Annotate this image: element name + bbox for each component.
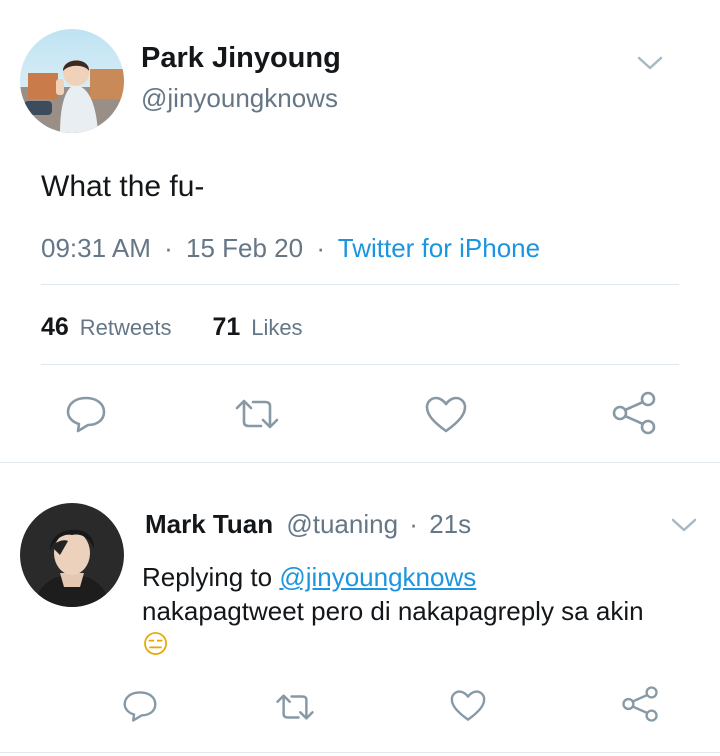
share-icon[interactable] [620, 685, 660, 723]
chevron-down-icon[interactable] [670, 516, 698, 534]
reply-text-body: nakapagtweet pero di nakapagreply sa aki… [142, 596, 644, 626]
tweet-time: 09:31 AM [41, 233, 151, 263]
tweet-date: 15 Feb 20 [186, 233, 304, 263]
author-name[interactable]: Park Jinyoung [141, 41, 341, 75]
tweet-meta: 09:31 AM · 15 Feb 20 · Twitter for iPhon… [41, 232, 540, 264]
like-icon[interactable] [424, 395, 468, 435]
likes-count: 71 [212, 313, 241, 341]
reply-author-name[interactable]: Mark Tuan [145, 509, 273, 539]
retweets-stat[interactable]: 46 Retweets [41, 313, 178, 341]
likes-label: Likes [251, 315, 303, 340]
replying-prefix: Replying to [142, 562, 273, 592]
meta-separator: · [164, 233, 173, 263]
reply-icon[interactable] [64, 394, 108, 434]
mention-link[interactable]: @jinyoungknows [279, 562, 476, 592]
tweet-text: What the fu- [41, 170, 205, 203]
chevron-down-icon[interactable] [636, 54, 664, 72]
reply-icon[interactable] [121, 689, 159, 723]
divider [41, 364, 679, 365]
likes-stat[interactable]: 71 Likes [212, 313, 302, 341]
author-handle[interactable]: @jinyoungknows [141, 82, 338, 114]
expressionless-emoji: 😑 [142, 630, 170, 660]
reply-text: nakapagtweet pero di nakapagreply sa aki… [142, 595, 662, 662]
reply-time: 21s [429, 509, 472, 539]
section-divider [0, 462, 720, 463]
retweets-label: Retweets [79, 315, 172, 340]
reply-header: Mark Tuan @tuaning · 21s [145, 508, 471, 540]
meta-separator: · [316, 233, 325, 263]
bottom-divider [0, 752, 720, 753]
avatar[interactable] [20, 29, 124, 133]
like-icon[interactable] [449, 689, 487, 723]
replying-to: Replying to @jinyoungknows [142, 561, 476, 594]
retweet-icon[interactable] [233, 396, 281, 432]
retweet-icon[interactable] [274, 691, 316, 723]
reply-author-handle[interactable]: @tuaning [286, 509, 398, 539]
share-icon[interactable] [610, 390, 658, 436]
avatar[interactable] [20, 503, 124, 607]
tweet-client-link[interactable]: Twitter for iPhone [338, 233, 540, 263]
divider [41, 284, 679, 285]
retweets-count: 46 [41, 313, 69, 341]
meta-separator: · [409, 509, 418, 539]
tweet-stats: 46 Retweets 71 Likes [41, 311, 303, 344]
